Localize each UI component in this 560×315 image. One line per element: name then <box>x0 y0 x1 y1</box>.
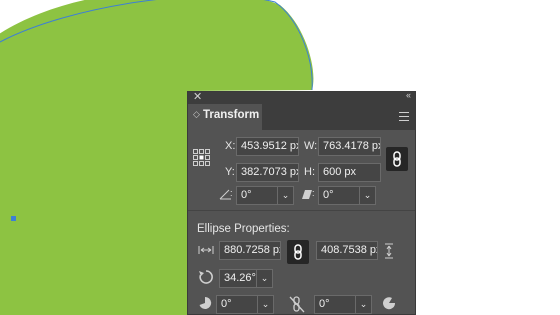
ellipse-rotate-icon <box>199 270 213 284</box>
ellipse-width-field[interactable]: 880.7258 px <box>219 241 281 260</box>
y-field[interactable]: 382.7073 px <box>236 163 299 182</box>
ellipse-constrain-button[interactable] <box>287 240 309 264</box>
selection-center-point <box>11 216 16 221</box>
tab-transform-label: Transform <box>203 109 260 121</box>
x-field[interactable]: 453.9512 px <box>236 137 299 156</box>
pie-start-field[interactable]: 0° <box>216 295 258 314</box>
w-label: W: <box>304 140 318 152</box>
ellipse-height-icon <box>385 243 393 259</box>
x-label: X: <box>225 140 236 152</box>
shear-dropdown-button[interactable]: ⌄ <box>359 186 376 205</box>
link-icon <box>294 244 302 260</box>
collapse-icon[interactable]: ‹‹ <box>406 90 411 100</box>
pie-end-icon <box>383 297 396 310</box>
height-field[interactable]: 600 px <box>318 163 381 182</box>
ellipse-properties-title: Ellipse Properties: <box>197 223 290 235</box>
shear-colon: : <box>312 188 315 198</box>
h-label: H: <box>304 166 315 178</box>
pie-end-dropdown-button[interactable]: ⌄ <box>355 295 372 314</box>
panel-tab-row: ◇ Transform <box>188 104 415 130</box>
width-field[interactable]: 763.4178 px <box>318 137 381 156</box>
rotate-colon: : <box>230 188 233 198</box>
pie-start-icon <box>199 296 212 309</box>
transform-panel: ✕ ‹‹ ◇ Transform X: 453.9512 px W: 763.4… <box>187 90 416 315</box>
y-label: Y: <box>225 166 235 178</box>
ellipse-height-field[interactable]: 408.7538 px <box>316 241 378 260</box>
pie-start-dropdown-button[interactable]: ⌄ <box>257 295 274 314</box>
reference-point-icon[interactable] <box>193 149 211 167</box>
rotate-field[interactable]: 0° <box>236 186 278 205</box>
tab-toggle-icon: ◇ <box>193 109 200 119</box>
tab-transform[interactable]: ◇ Transform <box>188 104 262 130</box>
link-icon <box>393 151 401 167</box>
shear-field[interactable]: 0° <box>318 186 360 205</box>
close-icon[interactable]: ✕ <box>193 90 202 103</box>
panel-menu-icon[interactable] <box>399 112 409 121</box>
rotate-dropdown-button[interactable]: ⌄ <box>277 186 294 205</box>
panel-titlebar: ✕ ‹‹ <box>188 90 415 104</box>
unlink-pie-icon[interactable] <box>289 295 305 313</box>
ellipse-width-icon <box>198 246 214 254</box>
section-divider <box>188 210 415 211</box>
constrain-proportions-button[interactable] <box>386 147 408 171</box>
pie-end-field[interactable]: 0° <box>314 295 356 314</box>
ellipse-angle-field[interactable]: 34.26° <box>219 269 257 288</box>
ellipse-angle-dropdown-button[interactable]: ⌄ <box>256 269 273 288</box>
